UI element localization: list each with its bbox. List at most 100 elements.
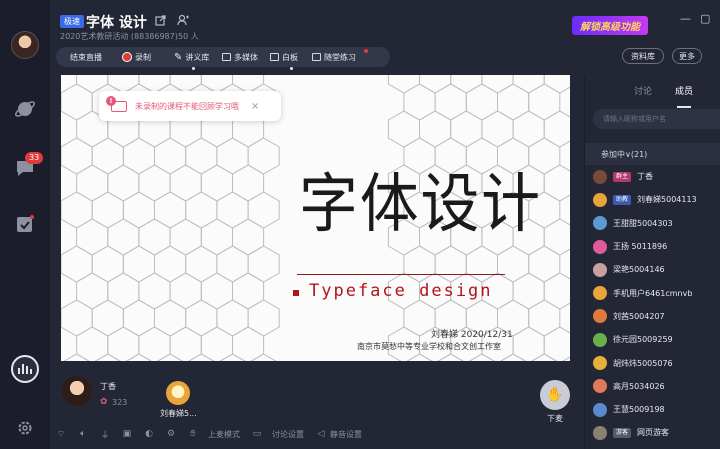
hexagon-shape [232,326,265,361]
hexagon-shape [91,245,124,283]
member-row[interactable]: 助教 刘春娣5004113 [585,188,720,211]
hexagon-shape [122,137,155,175]
hexagon-shape [219,353,246,361]
student-video[interactable] [166,381,190,405]
hexagon-shape [122,245,155,283]
quiz-button[interactable]: 随堂练习 [312,47,356,67]
multimedia-label: 多媒体 [234,52,258,62]
divider [297,274,505,275]
hexagon-shape [154,137,187,175]
whiteboard-button[interactable]: 白板 [270,47,298,70]
hexagon-shape [437,353,464,361]
member-row[interactable]: 胡炜炜5005076 [585,351,720,374]
share-icon[interactable] [153,13,167,27]
member-row[interactable]: 高月5034026 [585,375,720,398]
member-row[interactable]: 王扬 5011896 [585,235,720,258]
member-row[interactable]: 徐元园5009259 [585,328,720,351]
mic-mode-setting[interactable]: 上麦模式 [208,429,240,440]
hexagon-shape [481,110,514,148]
flower-icon: ✿ [100,397,108,407]
hexagon-shape [154,245,187,283]
active-dot [290,67,293,70]
member-search-input[interactable]: 请输入昵称或用户名 [593,109,720,129]
hand-mode-icon: ✋︎ [190,429,196,439]
hexagon-shape [122,191,155,229]
member-panel: 讨论 成员 请输入昵称或用户名 参加中∨(21) 群主 丁香 助教 刘春娣500411… [584,75,720,449]
settings-icon[interactable] [13,416,37,440]
hexagon-shape [512,75,545,94]
minimize-icon[interactable]: — [680,12,691,25]
wifi-icon[interactable]: ⌔ [54,429,68,440]
hexagon-shape [154,191,187,229]
handout-label: 讲义库 [185,52,210,62]
hexagon-shape [94,353,121,361]
gear-icon[interactable]: ⚙ [164,429,178,439]
mic-icon[interactable]: ⏚ [98,429,112,441]
record-button[interactable]: 录制 [122,47,151,67]
student-name: 刘春娣5... [160,409,197,418]
beauty-icon[interactable]: ◐ [142,429,156,439]
speaker-icon[interactable]: 🔈︎ [76,429,90,439]
active-dot [192,67,195,70]
member-row[interactable]: 手机用户6461cmnvb [585,281,720,304]
raise-hand-icon[interactable]: ✋ [540,380,570,410]
camera-icon[interactable]: ▣ [120,429,134,439]
hexagon-shape [107,164,140,202]
bottom-strip: 丁香 ✿ 323 刘春娣5... ✋ 下麦 ⌔ 🔈︎ ⏚ ▣ ◐ ⚙ ✋︎ 上麦… [50,367,580,449]
task-icon[interactable] [13,212,37,236]
tab-discuss[interactable]: 讨论 [634,84,652,97]
hexagon-shape [403,83,436,121]
planet-icon[interactable] [13,97,37,121]
hexagon-shape [216,299,249,337]
member-list: 群主 丁香 助教 刘春娣5004113 王甜甜5004303 王扬 5011896 梁艳50… [585,165,720,445]
multimedia-button[interactable]: 多媒体 [222,47,258,67]
hexagon-shape [61,83,93,121]
hexagon-shape [107,218,140,256]
live-status-button[interactable] [11,355,39,383]
end-live-label: 结束直播 [70,52,102,62]
member-avatar [593,239,607,254]
slide-title-cn: 字体设计 [299,168,542,242]
student-avatar [166,381,190,405]
left-rail: 33 [0,0,50,449]
tab-members[interactable]: 成员 [675,84,693,97]
member-row[interactable]: 王甜甜5004303 [585,212,720,235]
class-subtitle: 2020艺术教研活动 (88386987) [60,32,178,41]
member-row[interactable]: 刘茜5004207 [585,305,720,328]
member-row[interactable]: 游客 网页游客 [585,421,720,444]
hexagon-shape [528,83,561,121]
hexagon-shape [216,137,249,175]
hexagon-shape [216,245,249,283]
close-icon[interactable]: × [251,101,259,112]
maximize-icon[interactable]: ▢ [700,12,710,25]
handout-button[interactable]: ✎ 讲义库 [174,47,210,70]
more-button[interactable]: 更多 [672,48,702,64]
hexagon-shape [156,353,184,361]
group-header[interactable]: 参加中∨(21) [585,143,720,165]
mute-setting[interactable]: 静音设置 [330,429,362,440]
invite-user-icon[interactable] [176,13,190,27]
hexagon-shape [528,299,561,337]
member-avatar [593,356,607,371]
teacher-video[interactable] [62,376,92,406]
member-role-tag: 游客 [613,427,632,438]
hexagon-shape [403,245,436,283]
end-live-button[interactable]: 结束直播 [64,47,102,67]
resource-button[interactable]: 资料库 [622,48,664,64]
hexagon-shape [434,245,467,283]
hexagon-shape [247,191,280,229]
unlock-premium-button[interactable]: 解锁高级功能 [572,16,648,35]
member-avatar [593,262,607,277]
member-row[interactable]: 群主 丁香 [585,165,720,188]
teacher-score: 323 [112,398,128,407]
hexagon-shape [468,353,496,361]
discuss-setting[interactable]: 讨论设置 [272,429,304,440]
member-row[interactable]: 王慧5009198 [585,398,720,421]
my-avatar[interactable] [11,31,39,59]
member-row[interactable]: 梁艳5004146 [585,258,720,281]
hexagon-shape [512,272,545,310]
hexagon-shape [91,137,124,175]
hexagon-shape [528,245,561,283]
hexagon-shape [247,245,280,283]
member-name: 刘茜5004207 [613,311,665,321]
